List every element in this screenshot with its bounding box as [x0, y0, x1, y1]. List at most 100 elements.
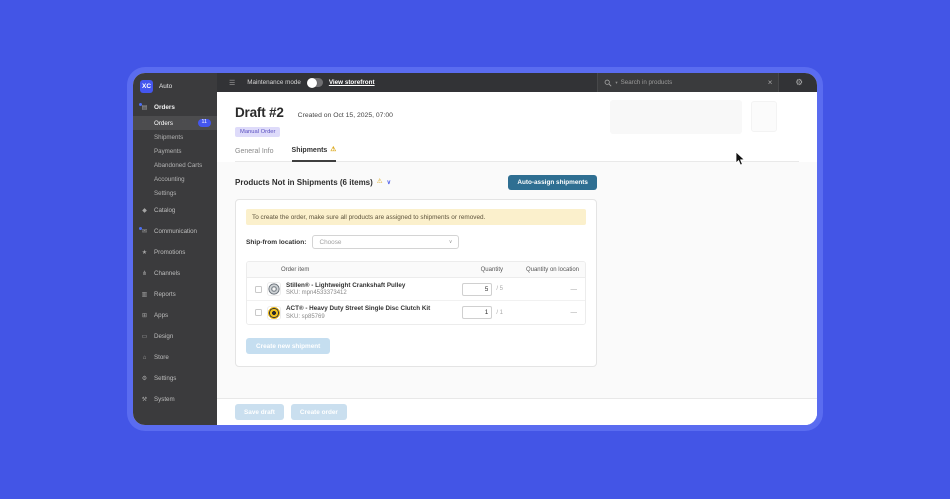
ship-from-label: Ship-from location: [246, 239, 306, 246]
sidebar-item-promotions[interactable]: ★ Promotions [133, 242, 217, 263]
sidebar-item-communication[interactable]: ✉ Communication [133, 221, 217, 242]
sidebar-item-catalog[interactable]: ◆ Catalog [133, 200, 217, 221]
maintenance-mode-label: Maintenance mode [247, 79, 301, 86]
create-order-button[interactable]: Create order [291, 404, 347, 420]
product-sku: SKU: sp85769 [286, 314, 445, 320]
warning-icon: ⚠ [330, 147, 336, 154]
quantity-max: / 1 [496, 310, 503, 316]
table-row: Stillen® - Lightweight Crankshaft Pulley… [247, 278, 585, 301]
product-name: ACT® - Heavy Duty Street Single Disc Clu… [286, 305, 445, 312]
create-new-shipment-button[interactable]: Create new shipment [246, 338, 330, 354]
sidebar-item-orders-settings[interactable]: Settings [133, 186, 217, 200]
sidebar-item-label: Design [154, 333, 173, 340]
order-items-table: Order item Quantity Quantity on location… [246, 261, 586, 325]
mail-icon: ✉ [140, 229, 149, 235]
sidebar-item-reports[interactable]: ▥ Reports [133, 284, 217, 305]
sidebar-item-store[interactable]: ⌂ Store [133, 347, 217, 368]
product-sku: SKU: mpn4533373412 [286, 290, 445, 296]
tab-label: Shipments [292, 147, 328, 154]
quantity-input[interactable] [462, 283, 492, 296]
created-date: Created on Oct 15, 2025, 07:00 [298, 112, 393, 119]
column-quantity-on-location: Quantity on location [503, 267, 579, 273]
save-draft-button[interactable]: Save draft [235, 404, 284, 420]
view-storefront-link[interactable]: View storefront [329, 79, 375, 86]
search-clear-icon[interactable]: × [768, 79, 773, 87]
sidebar-item-channels[interactable]: ⋔ Channels [133, 263, 217, 284]
megaphone-icon: ★ [140, 250, 149, 256]
sidebar-item-label: Channels [154, 270, 180, 277]
sidebar-item-design[interactable]: ▭ Design [133, 326, 217, 347]
app-logo[interactable]: XC [140, 80, 153, 93]
account-icon[interactable]: ⚙ [795, 78, 803, 87]
gear-icon: ⚙ [140, 376, 149, 382]
faded-panel [610, 100, 742, 134]
search-icon [604, 79, 612, 87]
quantity-on-location-value: — [503, 309, 579, 316]
chevron-down-icon: ∨ [449, 239, 453, 245]
sidebar-section-orders[interactable]: ▤ Orders [133, 99, 217, 116]
auto-assign-shipments-button[interactable]: Auto-assign shipments [508, 175, 597, 190]
report-icon: ▥ [140, 292, 149, 298]
sidebar-item-label: Catalog [154, 207, 175, 214]
tag-icon: ◆ [140, 208, 149, 214]
sidebar-item-orders[interactable]: Orders 11 [133, 116, 217, 130]
orders-icon: ▤ [140, 105, 149, 111]
sidebar-item-system[interactable]: ⚒ System [133, 389, 217, 410]
workspace-name: Auto [159, 83, 172, 90]
sidebar-item-label: Store [154, 354, 169, 361]
sidebar-item-label: Apps [154, 312, 168, 319]
sidebar-section-label: Orders [154, 104, 175, 111]
action-footer: Save draft Create order [217, 398, 817, 425]
sidebar-item-settings[interactable]: ⚙ Settings [133, 368, 217, 389]
sidebar: XC Auto ▤ Orders Orders 11 Shipments Pay… [133, 73, 217, 425]
sidebar-item-accounting[interactable]: Accounting [133, 172, 217, 186]
shipment-card: To create the order, make sure all produ… [235, 199, 597, 367]
tab-bar: General Info Shipments ⚠ [235, 147, 799, 162]
notification-dot [139, 103, 142, 106]
page-content: Draft #2 Created on Oct 15, 2025, 07:00 … [217, 92, 817, 425]
table-header: Order item Quantity Quantity on location [247, 262, 585, 278]
quantity-max: / 5 [496, 286, 503, 292]
select-placeholder: Choose [319, 239, 448, 246]
maintenance-mode-toggle[interactable] [307, 78, 323, 87]
sidebar-item-label: Settings [154, 190, 176, 197]
product-name: Stillen® - Lightweight Crankshaft Pulley [286, 282, 445, 289]
sidebar-item-label: Payments [154, 148, 182, 155]
layout-icon: ▭ [140, 334, 149, 340]
quantity-input[interactable] [462, 306, 492, 319]
share-icon: ⋔ [140, 271, 149, 277]
ship-from-select[interactable]: Choose ∨ [312, 235, 459, 249]
wrench-icon: ⚒ [140, 397, 149, 403]
column-quantity: Quantity [445, 267, 503, 273]
sidebar-item-label: Reports [154, 291, 176, 298]
search-box[interactable]: ▾ × [597, 73, 779, 92]
main-area: ☰ Maintenance mode View storefront ▾ × ⚙ [217, 73, 817, 425]
sidebar-item-shipments[interactable]: Shipments [133, 130, 217, 144]
search-input[interactable] [621, 79, 765, 86]
warning-banner: To create the order, make sure all produ… [246, 209, 586, 225]
sidebar-item-label: Accounting [154, 176, 185, 183]
chevron-down-icon[interactable]: ∨ [387, 179, 391, 186]
column-order-item: Order item [281, 267, 445, 273]
tab-general-info[interactable]: General Info [235, 147, 274, 161]
tab-label: General Info [235, 148, 274, 155]
menu-icon[interactable]: ☰ [229, 79, 235, 87]
sidebar-item-abandoned-carts[interactable]: Abandoned Carts [133, 158, 217, 172]
manual-order-badge: Manual Order [235, 127, 280, 137]
row-checkbox[interactable] [255, 286, 262, 293]
faded-panel-small [751, 101, 777, 132]
tab-shipments[interactable]: Shipments ⚠ [292, 147, 337, 162]
warning-icon: ⚠ [377, 179, 383, 186]
table-row: ACT® - Heavy Duty Street Single Disc Clu… [247, 301, 585, 324]
sidebar-item-label: Shipments [154, 134, 183, 141]
sidebar-item-payments[interactable]: Payments [133, 144, 217, 158]
sidebar-item-label: Communication [154, 228, 197, 235]
row-checkbox[interactable] [255, 309, 262, 316]
sidebar-header: XC Auto [133, 73, 217, 99]
app-window-frame: XC Auto ▤ Orders Orders 11 Shipments Pay… [127, 67, 823, 431]
search-scope-caret-icon[interactable]: ▾ [615, 80, 617, 86]
sidebar-item-label: System [154, 396, 175, 403]
quantity-on-location-value: — [503, 286, 579, 293]
sidebar-item-label: Orders [154, 120, 173, 127]
sidebar-item-apps[interactable]: ⊞ Apps [133, 305, 217, 326]
